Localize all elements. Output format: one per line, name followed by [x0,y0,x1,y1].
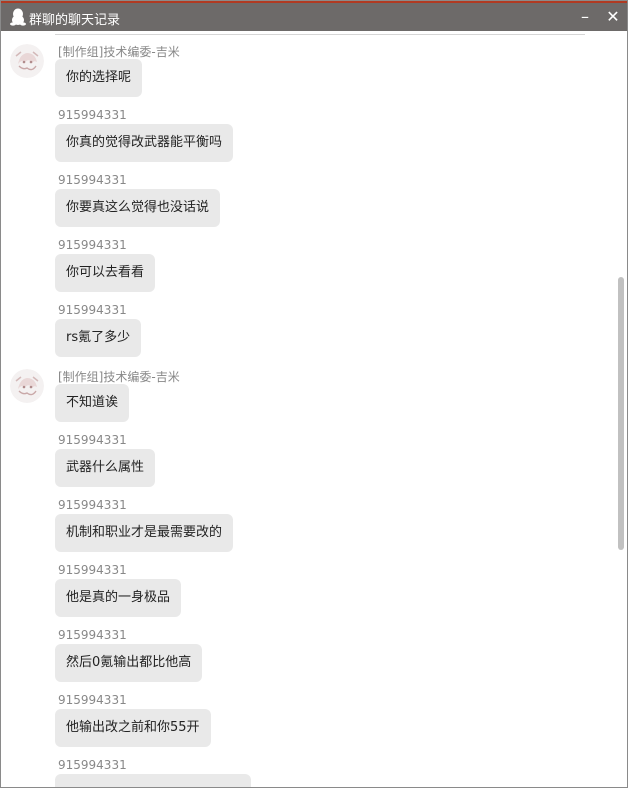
avatar[interactable] [10,369,44,403]
sender-name: 915994331 [58,238,127,252]
message-area[interactable]: [制作组]技术编委-吉米 你的选择呢 915994331 你真的觉得改武器能平衡… [1,31,613,787]
sender-name: 915994331 [58,498,127,512]
message-bubble[interactable]: 你真的觉得改武器能平衡吗 [55,124,234,162]
sender-name: 915994331 [58,563,127,577]
sender-name: 915994331 [58,108,127,122]
message-item: [制作组]技术编委-吉米 你的选择呢 [1,43,613,108]
sender-name: 915994331 [58,433,127,447]
minimize-button[interactable]: – [574,7,596,27]
message-bubble[interactable]: 你可以去看看 [55,254,156,292]
message-bubble[interactable]: 他是真的一身极品 [55,579,182,617]
message-item: 915994331 你要真这么觉得也没话说 [1,173,613,238]
scrollbar-thumb[interactable] [618,277,624,550]
message-item: [制作组]技术编委-吉米 不知道诶 [1,368,613,433]
message-bubble[interactable]: 你要真这么觉得也没话说 [55,189,221,227]
window-title: 群聊的聊天记录 [29,13,121,28]
message-item: 915994331 [1,758,613,787]
sender-name: 915994331 [58,628,127,642]
message-item: 915994331 他是真的一身极品 [1,563,613,628]
message-bubble[interactable] [55,774,251,787]
message-bubble[interactable]: 然后0氪输出都比他高 [55,644,203,682]
message-bubble[interactable]: 你的选择呢 [55,59,143,97]
close-button[interactable]: ✕ [602,7,624,27]
scrollbar[interactable] [615,31,627,787]
avatar[interactable] [10,44,44,78]
message-bubble[interactable]: 武器什么属性 [55,449,156,487]
sender-name: [制作组]技术编委-吉米 [58,370,180,384]
sender-name: 915994331 [58,173,127,187]
qq-penguin-icon [10,8,26,26]
message-bubble[interactable]: 他输出改之前和你55开 [55,709,211,747]
message-item: 915994331 你真的觉得改武器能平衡吗 [1,108,613,173]
message-item: 915994331 他输出改之前和你55开 [1,693,613,758]
sender-name: 915994331 [58,758,127,772]
message-item: 915994331 然后0氪输出都比他高 [1,628,613,693]
message-bubble[interactable]: 机制和职业才是最需要改的 [55,514,234,552]
message-list: [制作组]技术编委-吉米 你的选择呢 915994331 你真的觉得改武器能平衡… [1,43,613,787]
title-bar[interactable]: 群聊的聊天记录 – ✕ [1,1,627,31]
sender-name: [制作组]技术编委-吉米 [58,45,180,59]
message-item: 915994331 武器什么属性 [1,433,613,498]
message-item: 915994331 你可以去看看 [1,238,613,303]
chat-history-window: 群聊的聊天记录 – ✕ [制作组]技术编委-吉米 你的选择呢 915994331… [0,0,628,788]
sender-name: 915994331 [58,693,127,707]
message-item: 915994331 机制和职业才是最需要改的 [1,498,613,563]
sender-name: 915994331 [58,303,127,317]
message-item: 915994331 rs氪了多少 [1,303,613,368]
message-bubble[interactable]: rs氪了多少 [55,319,142,357]
message-bubble[interactable]: 不知道诶 [55,384,130,422]
